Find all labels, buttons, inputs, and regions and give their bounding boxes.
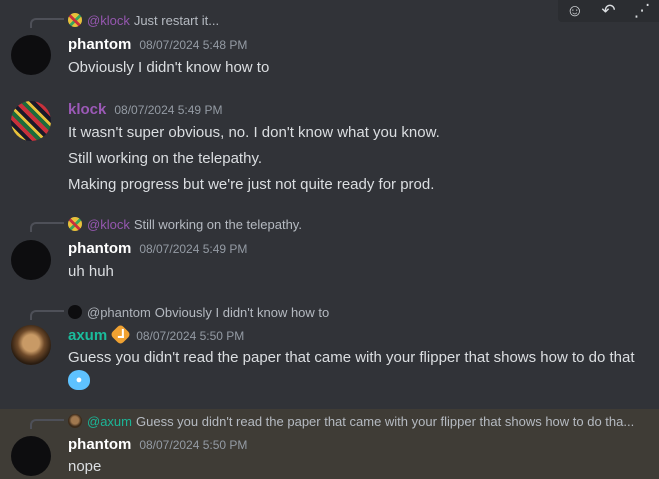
message-author[interactable]: phantom 08/07/2024 5:48 PM (68, 36, 247, 53)
reply-spine (30, 18, 64, 28)
more-icon[interactable]: ⋰ (630, 1, 654, 21)
author-name[interactable]: axum (68, 327, 107, 344)
reply-icon[interactable]: ↶ (596, 1, 620, 21)
author-name[interactable]: klock (68, 101, 106, 118)
phantom-mini-avatar (68, 305, 82, 319)
message-text: Obviously I didn't know how to (68, 59, 270, 76)
avatar[interactable] (11, 240, 51, 280)
reply-preview[interactable]: @axum Guess you didn't read the paper tha… (68, 414, 658, 429)
avatar[interactable] (11, 436, 51, 476)
message-text: uh huh (68, 263, 114, 280)
verified-badge-icon (110, 323, 132, 346)
author-name[interactable]: phantom (68, 240, 131, 257)
flipper-emoji-icon[interactable]: ● (68, 370, 90, 390)
message-text: Making progress but we're just not quite… (68, 176, 435, 193)
message-text: Still working on the telepathy. (68, 150, 262, 167)
message-author[interactable]: phantom 08/07/2024 5:50 PM (68, 436, 247, 453)
message-text: Guess you didn't read the paper that cam… (68, 349, 635, 366)
timestamp: 08/07/2024 5:48 PM (139, 38, 248, 52)
reply-preview[interactable]: @phantom Obviously I didn't know how to (68, 305, 329, 320)
reply-spine (30, 310, 64, 320)
message-text: nope (68, 458, 102, 475)
timestamp: 08/07/2024 5:49 PM (139, 242, 248, 256)
avatar[interactable] (11, 35, 51, 75)
message-author[interactable]: phantom 08/07/2024 5:49 PM (68, 240, 247, 257)
reply-preview[interactable]: @klock Just restart it... (68, 13, 219, 28)
klock-mini-avatar (68, 13, 82, 27)
timestamp: 08/07/2024 5:50 PM (139, 438, 248, 452)
timestamp: 08/07/2024 5:49 PM (114, 103, 223, 117)
message-text: It wasn't super obvious, no. I don't kno… (68, 124, 440, 141)
reply-text: Obviously I didn't know how to (154, 305, 330, 320)
message-author[interactable]: axum 08/07/2024 5:50 PM (68, 323, 245, 346)
author-name[interactable]: phantom (68, 36, 131, 53)
message-toolbar: ☺ ↶ ⋰ (558, 0, 659, 22)
add-reaction-icon[interactable]: ☺ (563, 1, 587, 21)
avatar[interactable] (11, 325, 51, 365)
reply-text: Still working on the telepathy. (133, 217, 302, 232)
reply-author[interactable]: @klock (87, 13, 130, 28)
reply-text: Guess you didn't read the paper that cam… (136, 414, 635, 429)
avatar[interactable] (11, 101, 51, 141)
reply-author[interactable]: @phantom (87, 305, 151, 320)
klock-mini-avatar (68, 217, 82, 231)
timestamp: 08/07/2024 5:50 PM (136, 329, 245, 343)
axum-mini-avatar (68, 414, 82, 428)
message-author[interactable]: klock 08/07/2024 5:49 PM (68, 101, 222, 118)
reply-spine (30, 419, 64, 429)
author-name[interactable]: phantom (68, 436, 131, 453)
reply-text: Just restart it... (133, 13, 220, 28)
reply-author[interactable]: @axum (87, 414, 132, 429)
reply-preview[interactable]: @klock Still working on the telepathy. (68, 217, 302, 232)
reply-spine (30, 222, 64, 232)
reply-author[interactable]: @klock (87, 217, 130, 232)
